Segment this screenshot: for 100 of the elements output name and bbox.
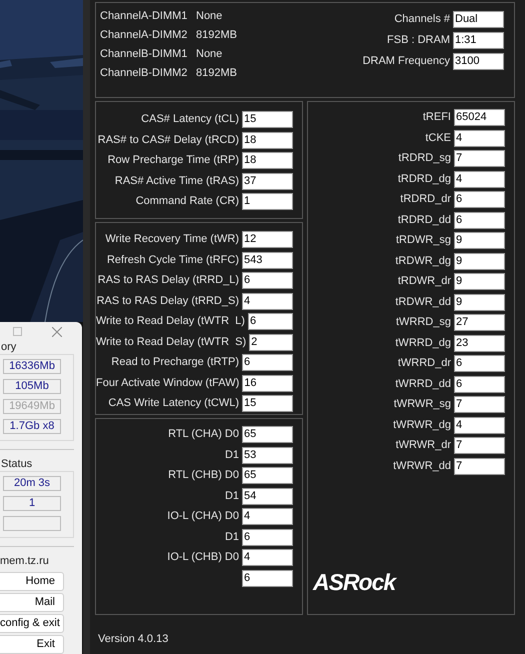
value-field[interactable]: 6 [242, 354, 293, 371]
field-label: RTL (CHA) D0 [168, 427, 239, 442]
field-label: tWRRD_dr [398, 356, 451, 372]
value-field[interactable]: 37 [242, 172, 293, 190]
field-label: tRDRD_sg [398, 151, 451, 166]
value-field[interactable]: 12 [242, 231, 293, 248]
value-field[interactable]: 65 [242, 426, 293, 443]
field-label: Write to Read Delay (tWTR L) [96, 314, 245, 330]
field-label: tREFI [422, 110, 451, 126]
value-field: 1 [3, 496, 61, 512]
field-label: tWRWR_dr [396, 438, 451, 454]
value-field[interactable]: 7 [454, 458, 505, 474]
empty-field [3, 516, 61, 532]
value-field: 16336Mb [3, 359, 61, 374]
value-field[interactable]: 1 [242, 193, 293, 210]
value-field[interactable]: 65024 [454, 109, 505, 126]
field-label: tWRRD_sg [396, 315, 451, 330]
value-field[interactable]: 6 [242, 528, 293, 546]
value-field[interactable]: 15 [242, 111, 293, 128]
slot-label: ChannelA-DIMM2 [100, 28, 188, 44]
value-field[interactable]: 54 [242, 488, 293, 504]
value-field: 105Mb [3, 379, 61, 394]
slot-label: ChannelB-DIMM2 [100, 66, 188, 82]
maximize-icon[interactable] [13, 327, 22, 336]
close-icon[interactable] [52, 326, 62, 337]
value-field[interactable]: 4 [454, 416, 505, 434]
field-label: tRDRD_dd [398, 212, 451, 228]
field-label: D1 [224, 488, 239, 504]
value-field[interactable]: 16 [242, 374, 293, 392]
value-field[interactable]: 9 [454, 273, 505, 290]
value-field[interactable]: 1:31 [453, 32, 504, 49]
field-label: IO-L (CHB) D0 [167, 550, 239, 566]
value-field[interactable]: 6 [454, 376, 505, 392]
value-field: 20m 3s [3, 476, 61, 492]
value-field[interactable]: 9 [454, 252, 505, 270]
field-label: tRDWR_dg [395, 254, 451, 269]
value-field[interactable]: 6 [242, 272, 293, 289]
field-label: tWRRD_dd [395, 376, 451, 392]
value-field[interactable]: 27 [454, 314, 505, 331]
value-field[interactable]: 4 [242, 292, 293, 310]
field-label: Row Precharge Time (tRP) [108, 153, 239, 168]
link-button[interactable]: Exit [0, 635, 64, 654]
field-label: Channels # [394, 12, 450, 28]
value-field[interactable]: 65 [242, 467, 293, 484]
value-field[interactable]: 15 [242, 395, 293, 412]
brand-logo: ASRock [313, 570, 398, 594]
field-label: RAS to RAS Delay (tRRD_L) [98, 273, 239, 288]
value-field[interactable]: 4 [454, 130, 505, 146]
value-field[interactable]: 18 [242, 152, 293, 169]
value-field[interactable]: 6 [248, 313, 293, 330]
value-field[interactable]: 7 [454, 437, 505, 454]
value-field[interactable]: 53 [242, 446, 293, 464]
slot-label: ChannelA-DIMM1 [100, 9, 188, 24]
field-label: tWRRD_dg [395, 336, 451, 351]
value-field[interactable]: 7 [454, 396, 505, 413]
value-field[interactable]: 18 [242, 132, 293, 148]
field-label: tWRWR_dd [393, 458, 451, 474]
field-label: tRDRD_dg [398, 172, 451, 187]
field-label: IO-L (CHA) D0 [167, 509, 239, 524]
value-field: 19649Mb [3, 399, 61, 414]
slot-size: None [196, 9, 222, 24]
link-button[interactable]: config & exit [0, 614, 64, 633]
value-field[interactable]: 4 [242, 508, 293, 525]
link-button[interactable]: Home [0, 572, 64, 591]
field-label: Four Activate Window (tFAW) [96, 376, 240, 391]
value-field[interactable]: 543 [242, 252, 293, 268]
value-field[interactable]: 4 [242, 549, 293, 566]
field-label: tRDWR_dr [398, 274, 451, 290]
link-button[interactable]: Mail [0, 593, 64, 612]
value-field[interactable]: 4 [454, 170, 505, 188]
value-field[interactable]: 3100 [453, 53, 504, 70]
value-field: 1.7Gb x8 [3, 419, 61, 434]
group-title: mem.tz.ru [0, 555, 50, 567]
value-field[interactable]: 9 [454, 232, 505, 249]
field-label: D1 [224, 448, 239, 463]
value-field[interactable]: 2 [249, 334, 293, 350]
value-field[interactable]: 6 [454, 355, 505, 372]
value-field[interactable]: 6 [454, 191, 505, 208]
field-label: tWRWR_dg [393, 418, 451, 433]
group-title: Status [0, 458, 34, 470]
slot-label: ChannelB-DIMM1 [100, 47, 188, 62]
value-field[interactable]: 23 [454, 334, 505, 352]
value-field[interactable]: 6 [454, 212, 505, 228]
field-label: Command Rate (CR) [136, 194, 239, 210]
field-label: D1 [224, 530, 239, 545]
value-field[interactable]: 9 [454, 294, 505, 310]
field-label: tRDWR_dd [395, 294, 451, 310]
slot-size: None [196, 47, 222, 62]
slot-size: 8192MB [196, 28, 237, 44]
value-field[interactable]: Dual [453, 11, 504, 28]
field-label: Refresh Cycle Time (tRFC) [106, 252, 239, 268]
field-label: RAS# Active Time (tRAS) [114, 174, 239, 189]
field-label: tRDWR_sg [396, 233, 451, 248]
value-field[interactable]: 6 [242, 570, 293, 586]
slot-size: 8192MB [196, 66, 237, 82]
field-label: DRAM Frequency [362, 54, 450, 70]
value-field[interactable]: 7 [454, 150, 505, 167]
field-label: RAS# to CAS# Delay (tRCD) [98, 132, 239, 148]
group-title: ory [0, 341, 18, 354]
field-label: Write Recovery Time (tWR) [105, 232, 239, 248]
